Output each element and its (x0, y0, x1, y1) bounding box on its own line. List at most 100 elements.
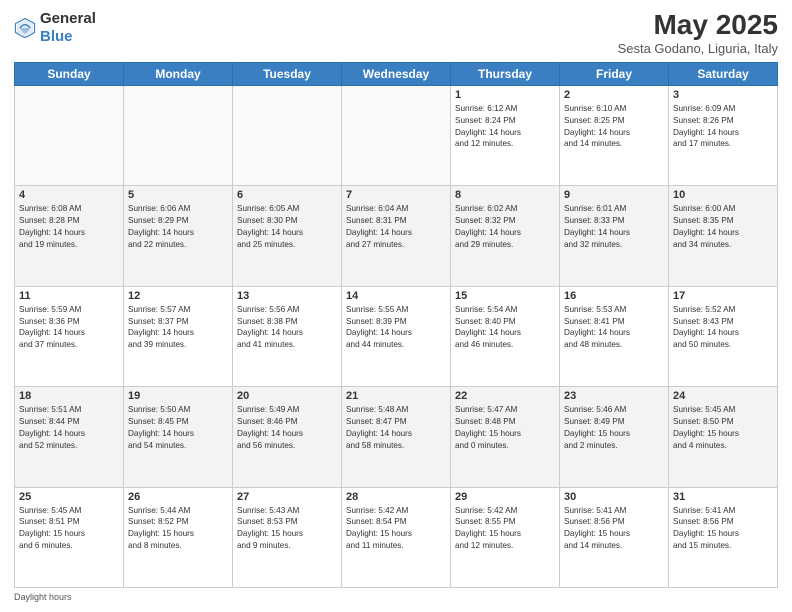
day-number: 12 (128, 290, 228, 302)
footer: Daylight hours (14, 592, 778, 602)
day-number: 23 (564, 390, 664, 402)
day-number: 4 (19, 189, 119, 201)
calendar-cell: 31 Sunrise: 5:41 AM Sunset: 8:56 PM Dayli… (669, 487, 778, 587)
day-number: 10 (673, 189, 773, 201)
day-info: Sunrise: 5:41 AM Sunset: 8:56 PM Dayligh… (564, 505, 664, 553)
calendar-cell: 9 Sunrise: 6:01 AM Sunset: 8:33 PM Daylig… (560, 186, 669, 286)
location-subtitle: Sesta Godano, Liguria, Italy (618, 41, 778, 56)
calendar-cell: 19Sunrise: 5:50 AM Sunset: 8:45 PM Dayli… (124, 387, 233, 487)
day-number: 29 (455, 491, 555, 503)
day-info: Sunrise: 6:02 AM Sunset: 8:32 PM Dayligh… (455, 203, 555, 251)
day-info: Sunrise: 6:10 AM Sunset: 8:25 PM Dayligh… (564, 103, 664, 151)
day-info: Sunrise: 5:46 AM Sunset: 8:49 PM Dayligh… (564, 404, 664, 452)
calendar-day-header: Saturday (669, 62, 778, 85)
day-info: Sunrise: 5:42 AM Sunset: 8:55 PM Dayligh… (455, 505, 555, 553)
calendar-cell: 23 Sunrise: 5:46 AM Sunset: 8:49 PM Dayli… (560, 387, 669, 487)
day-number: 5 (128, 189, 228, 201)
day-number: 13 (237, 290, 337, 302)
day-info: Sunrise: 5:42 AM Sunset: 8:54 PM Dayligh… (346, 505, 446, 553)
calendar-week-row: 25 Sunrise: 5:45 AM Sunset: 8:51 PM Dayli… (15, 487, 778, 587)
day-number: 18 (19, 390, 119, 402)
calendar-cell: 5 Sunrise: 6:06 AM Sunset: 8:29 PM Daylig… (124, 186, 233, 286)
logo-blue-text: Blue (40, 28, 73, 45)
calendar-cell: 12 Sunrise: 5:57 AM Sunset: 8:37 PM Dayli… (124, 286, 233, 386)
day-number: 14 (346, 290, 446, 302)
day-number: 25 (19, 491, 119, 503)
day-number: 17 (673, 290, 773, 302)
day-info: Sunrise: 5:43 AM Sunset: 8:53 PM Dayligh… (237, 505, 337, 553)
calendar-cell: 1Sunrise: 6:12 AM Sunset: 8:24 PM Daylig… (451, 85, 560, 185)
month-title: May 2025 (618, 10, 778, 41)
calendar-day-header: Thursday (451, 62, 560, 85)
title-section: May 2025 Sesta Godano, Liguria, Italy (618, 10, 778, 56)
calendar-cell (15, 85, 124, 185)
day-number: 24 (673, 390, 773, 402)
day-info: Sunrise: 6:06 AM Sunset: 8:29 PM Dayligh… (128, 203, 228, 251)
calendar-cell (342, 85, 451, 185)
day-info: Sunrise: 5:51 AM Sunset: 8:44 PM Dayligh… (19, 404, 119, 452)
calendar-cell: 11Sunrise: 5:59 AM Sunset: 8:36 PM Dayli… (15, 286, 124, 386)
calendar-day-header: Wednesday (342, 62, 451, 85)
calendar-cell: 17 Sunrise: 5:52 AM Sunset: 8:43 PM Dayli… (669, 286, 778, 386)
calendar-cell: 3 Sunrise: 6:09 AM Sunset: 8:26 PM Daylig… (669, 85, 778, 185)
calendar-day-header: Tuesday (233, 62, 342, 85)
day-number: 16 (564, 290, 664, 302)
day-number: 8 (455, 189, 555, 201)
calendar-cell: 13 Sunrise: 5:56 AM Sunset: 8:38 PM Dayli… (233, 286, 342, 386)
day-info: Sunrise: 5:56 AM Sunset: 8:38 PM Dayligh… (237, 304, 337, 352)
day-info: Sunrise: 5:57 AM Sunset: 8:37 PM Dayligh… (128, 304, 228, 352)
day-info: Sunrise: 6:09 AM Sunset: 8:26 PM Dayligh… (673, 103, 773, 151)
calendar-day-header: Monday (124, 62, 233, 85)
calendar-cell: 20Sunrise: 5:49 AM Sunset: 8:46 PM Dayli… (233, 387, 342, 487)
day-number: 19 (128, 390, 228, 402)
calendar-cell: 18 Sunrise: 5:51 AM Sunset: 8:44 PM Dayli… (15, 387, 124, 487)
day-number: 20 (237, 390, 337, 402)
calendar-header-row: SundayMondayTuesdayWednesdayThursdayFrid… (15, 62, 778, 85)
footer-text: Daylight hours (14, 592, 72, 602)
day-info: Sunrise: 6:04 AM Sunset: 8:31 PM Dayligh… (346, 203, 446, 251)
calendar-cell: 6Sunrise: 6:05 AM Sunset: 8:30 PM Daylig… (233, 186, 342, 286)
calendar-week-row: 11Sunrise: 5:59 AM Sunset: 8:36 PM Dayli… (15, 286, 778, 386)
day-info: Sunrise: 5:59 AM Sunset: 8:36 PM Dayligh… (19, 304, 119, 352)
day-number: 6 (237, 189, 337, 201)
day-info: Sunrise: 5:47 AM Sunset: 8:48 PM Dayligh… (455, 404, 555, 452)
day-number: 7 (346, 189, 446, 201)
day-number: 9 (564, 189, 664, 201)
day-number: 15 (455, 290, 555, 302)
day-number: 2 (564, 89, 664, 101)
day-info: Sunrise: 5:45 AM Sunset: 8:51 PM Dayligh… (19, 505, 119, 553)
calendar-cell: 21Sunrise: 5:48 AM Sunset: 8:47 PM Dayli… (342, 387, 451, 487)
calendar-cell: 25 Sunrise: 5:45 AM Sunset: 8:51 PM Dayli… (15, 487, 124, 587)
day-info: Sunrise: 5:48 AM Sunset: 8:47 PM Dayligh… (346, 404, 446, 452)
calendar-cell: 10 Sunrise: 6:00 AM Sunset: 8:35 PM Dayli… (669, 186, 778, 286)
calendar-week-row: 1Sunrise: 6:12 AM Sunset: 8:24 PM Daylig… (15, 85, 778, 185)
calendar-cell: 8 Sunrise: 6:02 AM Sunset: 8:32 PM Daylig… (451, 186, 560, 286)
day-number: 26 (128, 491, 228, 503)
logo-general-text: General (40, 10, 96, 27)
day-number: 3 (673, 89, 773, 101)
calendar-cell: 15 Sunrise: 5:54 AM Sunset: 8:40 PM Dayli… (451, 286, 560, 386)
calendar-cell: 29 Sunrise: 5:42 AM Sunset: 8:55 PM Dayli… (451, 487, 560, 587)
calendar-cell: 2 Sunrise: 6:10 AM Sunset: 8:25 PM Daylig… (560, 85, 669, 185)
day-number: 30 (564, 491, 664, 503)
calendar-cell (233, 85, 342, 185)
calendar-table: SundayMondayTuesdayWednesdayThursdayFrid… (14, 62, 778, 588)
day-info: Sunrise: 6:00 AM Sunset: 8:35 PM Dayligh… (673, 203, 773, 251)
calendar-cell: 22 Sunrise: 5:47 AM Sunset: 8:48 PM Dayli… (451, 387, 560, 487)
day-info: Sunrise: 5:52 AM Sunset: 8:43 PM Dayligh… (673, 304, 773, 352)
day-info: Sunrise: 5:53 AM Sunset: 8:41 PM Dayligh… (564, 304, 664, 352)
calendar-day-header: Friday (560, 62, 669, 85)
day-number: 1 (455, 89, 555, 101)
calendar-cell: 4 Sunrise: 6:08 AM Sunset: 8:28 PM Daylig… (15, 186, 124, 286)
day-number: 27 (237, 491, 337, 503)
calendar-cell (124, 85, 233, 185)
day-info: Sunrise: 5:41 AM Sunset: 8:56 PM Dayligh… (673, 505, 773, 553)
day-number: 31 (673, 491, 773, 503)
calendar-day-header: Sunday (15, 62, 124, 85)
day-info: Sunrise: 6:01 AM Sunset: 8:33 PM Dayligh… (564, 203, 664, 251)
day-number: 28 (346, 491, 446, 503)
page-container: General Blue May 2025 Sesta Godano, Ligu… (0, 0, 792, 612)
day-info: Sunrise: 5:54 AM Sunset: 8:40 PM Dayligh… (455, 304, 555, 352)
day-number: 22 (455, 390, 555, 402)
day-info: Sunrise: 6:08 AM Sunset: 8:28 PM Dayligh… (19, 203, 119, 251)
